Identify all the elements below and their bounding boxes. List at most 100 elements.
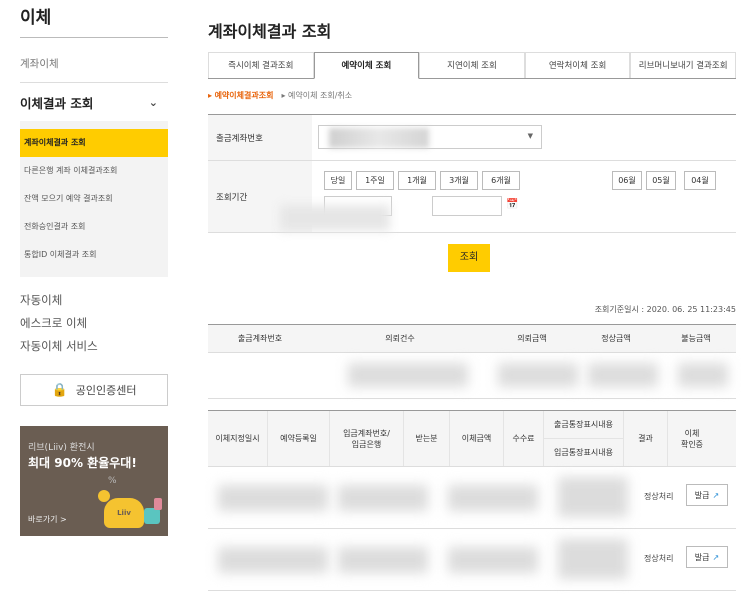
col-header-recipient: 받는분 <box>404 411 450 466</box>
percent-icon: % <box>108 476 117 486</box>
tab-liiv-money[interactable]: 리브머니보내기 결과조회 <box>630 52 736 78</box>
redacted-cell <box>558 539 628 579</box>
form-row-period: 조회기간 당일 1주일 1개월 3개월 6개월 06월 05월 04월 📅 <box>208 161 736 233</box>
col-header-withdraw-memo: 출금통장표시내용 <box>544 411 623 439</box>
col-header-amount: 의뢰금액 <box>517 334 547 343</box>
col-header-result: 결과 <box>624 411 668 466</box>
col-header-normal: 정상금액 <box>601 334 631 343</box>
search-button[interactable]: 조회 <box>448 244 490 272</box>
sidebar-item-transfer[interactable]: 계좌이체 <box>20 38 168 83</box>
issue-button-label: 발급 <box>694 490 710 500</box>
period-today-button[interactable]: 당일 <box>324 171 352 190</box>
tab-instant-result[interactable]: 즉시이체 결과조회 <box>208 52 314 78</box>
account-redacted <box>329 128 429 148</box>
cube-icon <box>144 508 160 524</box>
sidebar-item-auto-transfer[interactable]: 자동이체 <box>20 289 168 312</box>
external-link-icon: ↗ <box>712 490 720 500</box>
end-date-input[interactable] <box>432 196 502 216</box>
sidebar-submenu: 계좌이체결과 조회 다른은행 계좌 이체결과조회 잔액 모으기 예약 결과조회 … <box>20 121 168 277</box>
sidebar-subitem-phone-approval-result[interactable]: 전화승인결과 조회 <box>20 213 168 241</box>
col-header-memo-stack: 출금통장표시내용 입금통장표시내용 <box>544 411 624 466</box>
sidebar-subitem-balance-collect-result[interactable]: 잔액 모으기 예약 결과조회 <box>20 185 168 213</box>
result-status: 정상처리 <box>644 492 674 501</box>
summary-table-header: 출금계좌번호 의뢰건수 의뢰금액 정상금액 불능금액 <box>208 325 736 353</box>
basis-datetime: 조회기준일시 : 2020. 06. 25 11:23:45 <box>594 305 736 314</box>
period-3month-button[interactable]: 3개월 <box>440 171 478 190</box>
flag-icon <box>154 498 162 510</box>
redacted-cell <box>448 547 538 573</box>
col-header-count: 의뢰건수 <box>385 334 415 343</box>
col-header-deposit-account: 입금계좌번호/ 입금은행 <box>330 411 404 466</box>
period-1month-button[interactable]: 1개월 <box>398 171 436 190</box>
col-header-failed: 불능금액 <box>681 334 711 343</box>
tab-contact[interactable]: 연락처이체 조회 <box>524 52 631 78</box>
tab-bar: 즉시이체 결과조회 예약이체 조회 지연이체 조회 연락처이체 조회 리브머니보… <box>208 52 736 79</box>
sidebar-item-auto-service[interactable]: 자동이체 서비스 <box>20 335 168 358</box>
caret-down-icon: ▼ <box>527 132 533 140</box>
col-header-deposit-memo: 입금통장표시내용 <box>554 447 613 457</box>
period-field-wrap: 당일 1주일 1개월 3개월 6개월 06월 05월 04월 📅 <box>280 161 736 232</box>
col-header-amount: 이체금액 <box>450 411 504 466</box>
table-row: 정상처리 발급 ↗ <box>208 529 736 591</box>
issue-button[interactable]: 발급 ↗ <box>686 484 728 506</box>
account-label: 출금계좌번호 <box>208 115 312 160</box>
external-link-icon: ↗ <box>712 552 720 562</box>
tab-reserved[interactable]: 예약이체 조회 <box>313 52 420 79</box>
sidebar-group-label: 이체결과 조회 <box>20 95 94 111</box>
cert-center-label: 공인인증센터 <box>75 384 137 397</box>
sidebar-group-result: 이체결과 조회 ⌄ 계좌이체결과 조회 다른은행 계좌 이체결과조회 잔액 모으… <box>20 83 168 277</box>
breadcrumb-current-label: 예약이체결과조회 <box>214 91 274 100</box>
detail-table-header: 이체지정일시 예약등록일 입금계좌번호/ 입금은행 받는분 이체금액 수수료 출… <box>208 411 736 467</box>
form-row-account: 출금계좌번호 ▼ <box>208 115 736 161</box>
breadcrumb-other-label: 예약이체 조회/취소 <box>288 91 353 100</box>
redacted-cell <box>558 477 628 517</box>
issue-button-label: 발급 <box>694 552 710 562</box>
table-row <box>208 353 736 399</box>
period-6month-button[interactable]: 6개월 <box>482 171 520 190</box>
redacted-cell <box>218 547 328 573</box>
period-1week-button[interactable]: 1주일 <box>356 171 394 190</box>
table-row: 정상처리 발급 ↗ <box>208 467 736 529</box>
breadcrumb-item-other[interactable]: ▸ 예약이체 조회/취소 <box>281 90 352 101</box>
sidebar-title: 이체 <box>20 0 168 38</box>
banner-line2: 최대 90% 환율우대! <box>28 456 137 470</box>
account-select[interactable]: ▼ <box>318 125 542 149</box>
redacted-cell <box>448 485 538 511</box>
breadcrumb-item-current[interactable]: ▸ 예약이체결과조회 <box>208 90 273 101</box>
breadcrumb: ▸ 예약이체결과조회 ▸ 예약이체 조회/취소 <box>208 90 352 101</box>
liiv-mascot-icon: Liiv <box>104 498 144 528</box>
sidebar-item-escrow[interactable]: 에스크로 이체 <box>20 312 168 335</box>
sidebar-subitem-account-result[interactable]: 계좌이체결과 조회 <box>20 129 168 157</box>
redacted-cell <box>678 363 728 387</box>
banner-line1: 리브(Liiv) 환전시 <box>28 443 95 453</box>
col-header-confirmation: 이체 확인증 <box>680 428 704 449</box>
month-04-button[interactable]: 04월 <box>684 171 716 190</box>
redacted-cell <box>498 363 578 387</box>
sidebar-group-header[interactable]: 이체결과 조회 ⌄ <box>20 83 168 121</box>
col-header-reg-date: 예약등록일 <box>268 411 330 466</box>
sidebar-subitem-other-bank-result[interactable]: 다른은행 계좌 이체결과조회 <box>20 157 168 185</box>
result-status: 정상처리 <box>644 554 674 563</box>
month-05-button[interactable]: 05월 <box>646 171 676 190</box>
col-header-transfer-date: 이체지정일시 <box>208 411 268 466</box>
chevron-down-icon: ⌄ <box>148 95 158 109</box>
calendar-icon[interactable]: 📅 <box>506 199 518 210</box>
account-field-wrap: ▼ <box>312 115 736 160</box>
cert-center-button[interactable]: 🔒 공인인증센터 <box>20 374 168 406</box>
sidebar-subitem-integrated-id-result[interactable]: 통합ID 이체결과 조회 <box>20 241 168 269</box>
col-header-account: 출금계좌번호 <box>237 334 283 343</box>
redacted-cell <box>218 485 328 511</box>
promo-banner[interactable]: 리브(Liiv) 환전시 최대 90% 환율우대! % Liiv 바로가기 > <box>20 426 168 536</box>
summary-table: 출금계좌번호 의뢰건수 의뢰금액 정상금액 불능금액 <box>208 324 736 399</box>
month-06-button[interactable]: 06월 <box>612 171 642 190</box>
lock-icon: 🔒 <box>51 382 68 398</box>
banner-link[interactable]: 바로가기 > <box>28 514 67 525</box>
date-redacted <box>280 205 390 231</box>
search-form: 출금계좌번호 ▼ 조회기간 당일 1주일 1개월 3개월 6개월 06월 05월… <box>208 114 736 233</box>
tab-delayed[interactable]: 지연이체 조회 <box>419 52 525 78</box>
col-header-fee: 수수료 <box>504 411 544 466</box>
sidebar: 이체 계좌이체 이체결과 조회 ⌄ 계좌이체결과 조회 다른은행 계좌 이체결과… <box>20 0 168 536</box>
issue-button[interactable]: 발급 ↗ <box>686 546 728 568</box>
detail-table: 이체지정일시 예약등록일 입금계좌번호/ 입금은행 받는분 이체금액 수수료 출… <box>208 410 736 591</box>
redacted-cell <box>348 363 468 387</box>
